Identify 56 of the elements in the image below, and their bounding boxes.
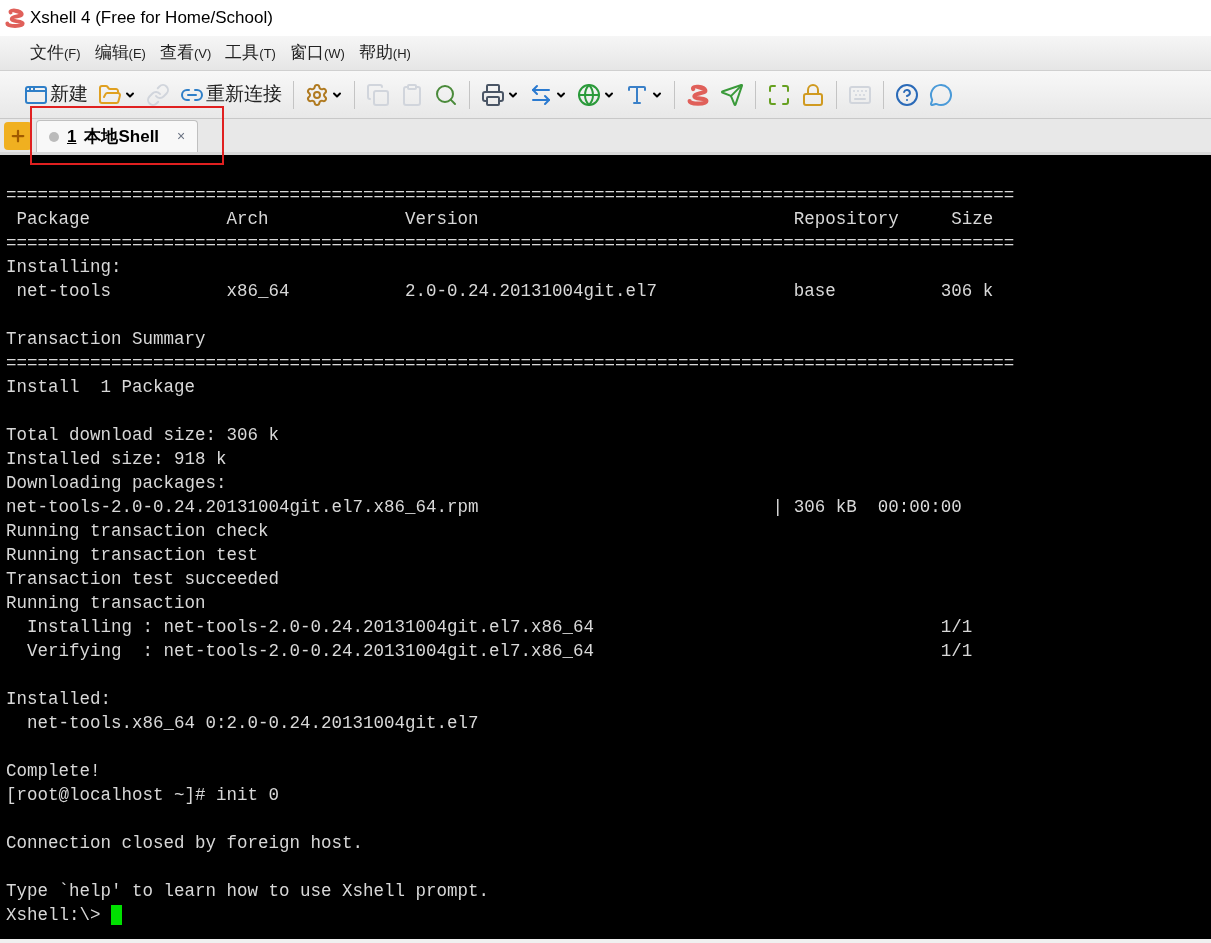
terminal-line: Verifying : net-tools-2.0-0.24.20131004git.el7.x86_64 1/1 — [26, 640, 974, 663]
terminal-line: Connection closed by foreign host. — [6, 832, 365, 855]
swirl-logo-icon — [4, 7, 26, 29]
fullscreen-icon — [767, 82, 791, 107]
terminal-line: Type `help' to learn how to use Xshell prompt. — [6, 880, 491, 903]
menu-item[interactable]: 帮助(H) — [358, 40, 411, 66]
terminal-line: net-tools-2.0-0.24.20131004git.el7.x86_64.rpm | 306 kB 00:00:00 — [6, 496, 963, 519]
terminal-line: Total download size: 306 k — [6, 424, 281, 447]
menu-item[interactable]: 窗口(W) — [289, 40, 345, 66]
help-icon — [895, 82, 919, 107]
terminal-line: Installing : net-tools-2.0-0.24.20131004git.el7.x86_64 1/1 — [26, 616, 974, 639]
globe-icon — [577, 82, 601, 107]
menu-item[interactable]: 文件(F) — [30, 40, 81, 66]
terminal-line: [root@localhost ~]# init 0 — [6, 784, 281, 807]
chat-icon — [929, 82, 953, 107]
terminal-line: Complete! — [6, 760, 102, 783]
send-icon — [720, 82, 744, 107]
terminal-line: Transaction test succeeded — [6, 568, 281, 591]
folder-icon — [98, 82, 122, 107]
terminal-line: Installed: — [6, 688, 113, 711]
tab-number: 1 — [67, 125, 77, 148]
terminal-line: Downloading packages: — [6, 472, 228, 495]
terminal-line: Installed size: 918 k — [6, 448, 228, 471]
terminal-line: net-tools.x86_64 0:2.0-0.24.20131004git.el7 — [26, 712, 480, 735]
terminal-line: ================================================================================================ — [6, 352, 1016, 375]
toolbar-button[interactable]: 新建 — [22, 77, 90, 112]
toolbar-button[interactable]: 重新连接 — [178, 77, 284, 112]
terminal-line: Install 1 Package — [6, 376, 197, 399]
window-title: Xshell 4 (Free for Home/School) — [30, 7, 273, 30]
search-icon — [434, 82, 458, 107]
copy-icon — [366, 82, 390, 107]
terminal-line: Running transaction — [6, 592, 207, 615]
tab-label: 本地Shell — [84, 125, 160, 148]
session-tab[interactable]: 1 本地Shell × — [36, 120, 199, 152]
clipboard-icon — [400, 82, 424, 107]
printer-icon — [481, 82, 505, 107]
close-icon[interactable]: × — [177, 126, 186, 147]
terminal-line: Running transaction check — [6, 520, 270, 543]
menu-item[interactable]: 编辑(E) — [94, 40, 146, 66]
plus-icon — [9, 127, 27, 145]
settings-icon — [305, 82, 329, 107]
link-icon — [146, 82, 170, 107]
swirl-logo-icon — [686, 82, 710, 107]
new-tab-button[interactable] — [4, 122, 32, 150]
menu-item[interactable]: 查看(V) — [159, 40, 212, 66]
terminal-line: ================================================================================================ — [6, 232, 1016, 255]
terminal-line: Installing: — [6, 256, 123, 279]
arrows-icon — [529, 82, 553, 107]
terminal-line: Transaction Summary — [6, 328, 207, 351]
lock-icon — [801, 82, 825, 107]
terminal-line: Package Arch Version Repository Size — [15, 208, 995, 231]
terminal-line: ================================================================================================ — [6, 184, 1016, 207]
menu-item[interactable]: 工具(T) — [225, 40, 276, 66]
terminal-line: net-tools x86_64 2.0-0.24.20131004git.el7 base 306 k — [15, 280, 995, 303]
terminal-prompt: Xshell:\> — [6, 904, 101, 927]
terminal-line: Running transaction test — [6, 544, 260, 567]
